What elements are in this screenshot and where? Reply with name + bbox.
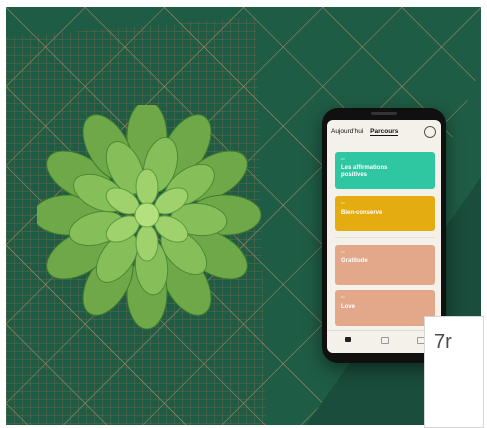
card-meta: ••• <box>341 295 345 299</box>
home-icon[interactable] <box>345 337 351 342</box>
photo-scene: Aujourd'hui Parcours ••• Les affirmation… <box>6 7 481 425</box>
succulent-plant <box>37 105 262 330</box>
card-title: Bien-conserve <box>341 210 383 216</box>
corner-overlay-box: 7r <box>424 316 484 428</box>
card-meta: ••• <box>341 250 345 254</box>
app-tabs: Aujourd'hui Parcours <box>331 128 399 136</box>
tab-parcours[interactable]: Parcours <box>370 128 399 136</box>
card-title: Les affirmations positives <box>341 165 388 178</box>
card-title: Love <box>341 304 356 310</box>
card-affirmations[interactable]: ••• Les affirmations positives <box>335 152 435 189</box>
library-icon[interactable] <box>381 337 389 344</box>
info-icon[interactable] <box>424 126 436 138</box>
tab-aujourdhui[interactable]: Aujourd'hui <box>331 128 363 135</box>
divider <box>335 237 435 238</box>
phone-earpiece <box>371 112 397 115</box>
card-meta: ••• <box>341 201 345 205</box>
card-love[interactable]: ••• Love <box>335 290 435 326</box>
corner-overlay-text: 7r <box>434 331 452 353</box>
card-title: Gratitude <box>341 258 368 264</box>
card-gratitude[interactable]: ••• Gratitude <box>335 245 435 285</box>
card-meta: ••• <box>341 157 345 161</box>
card-bien-conserve[interactable]: ••• Bien-conserve <box>335 196 435 231</box>
